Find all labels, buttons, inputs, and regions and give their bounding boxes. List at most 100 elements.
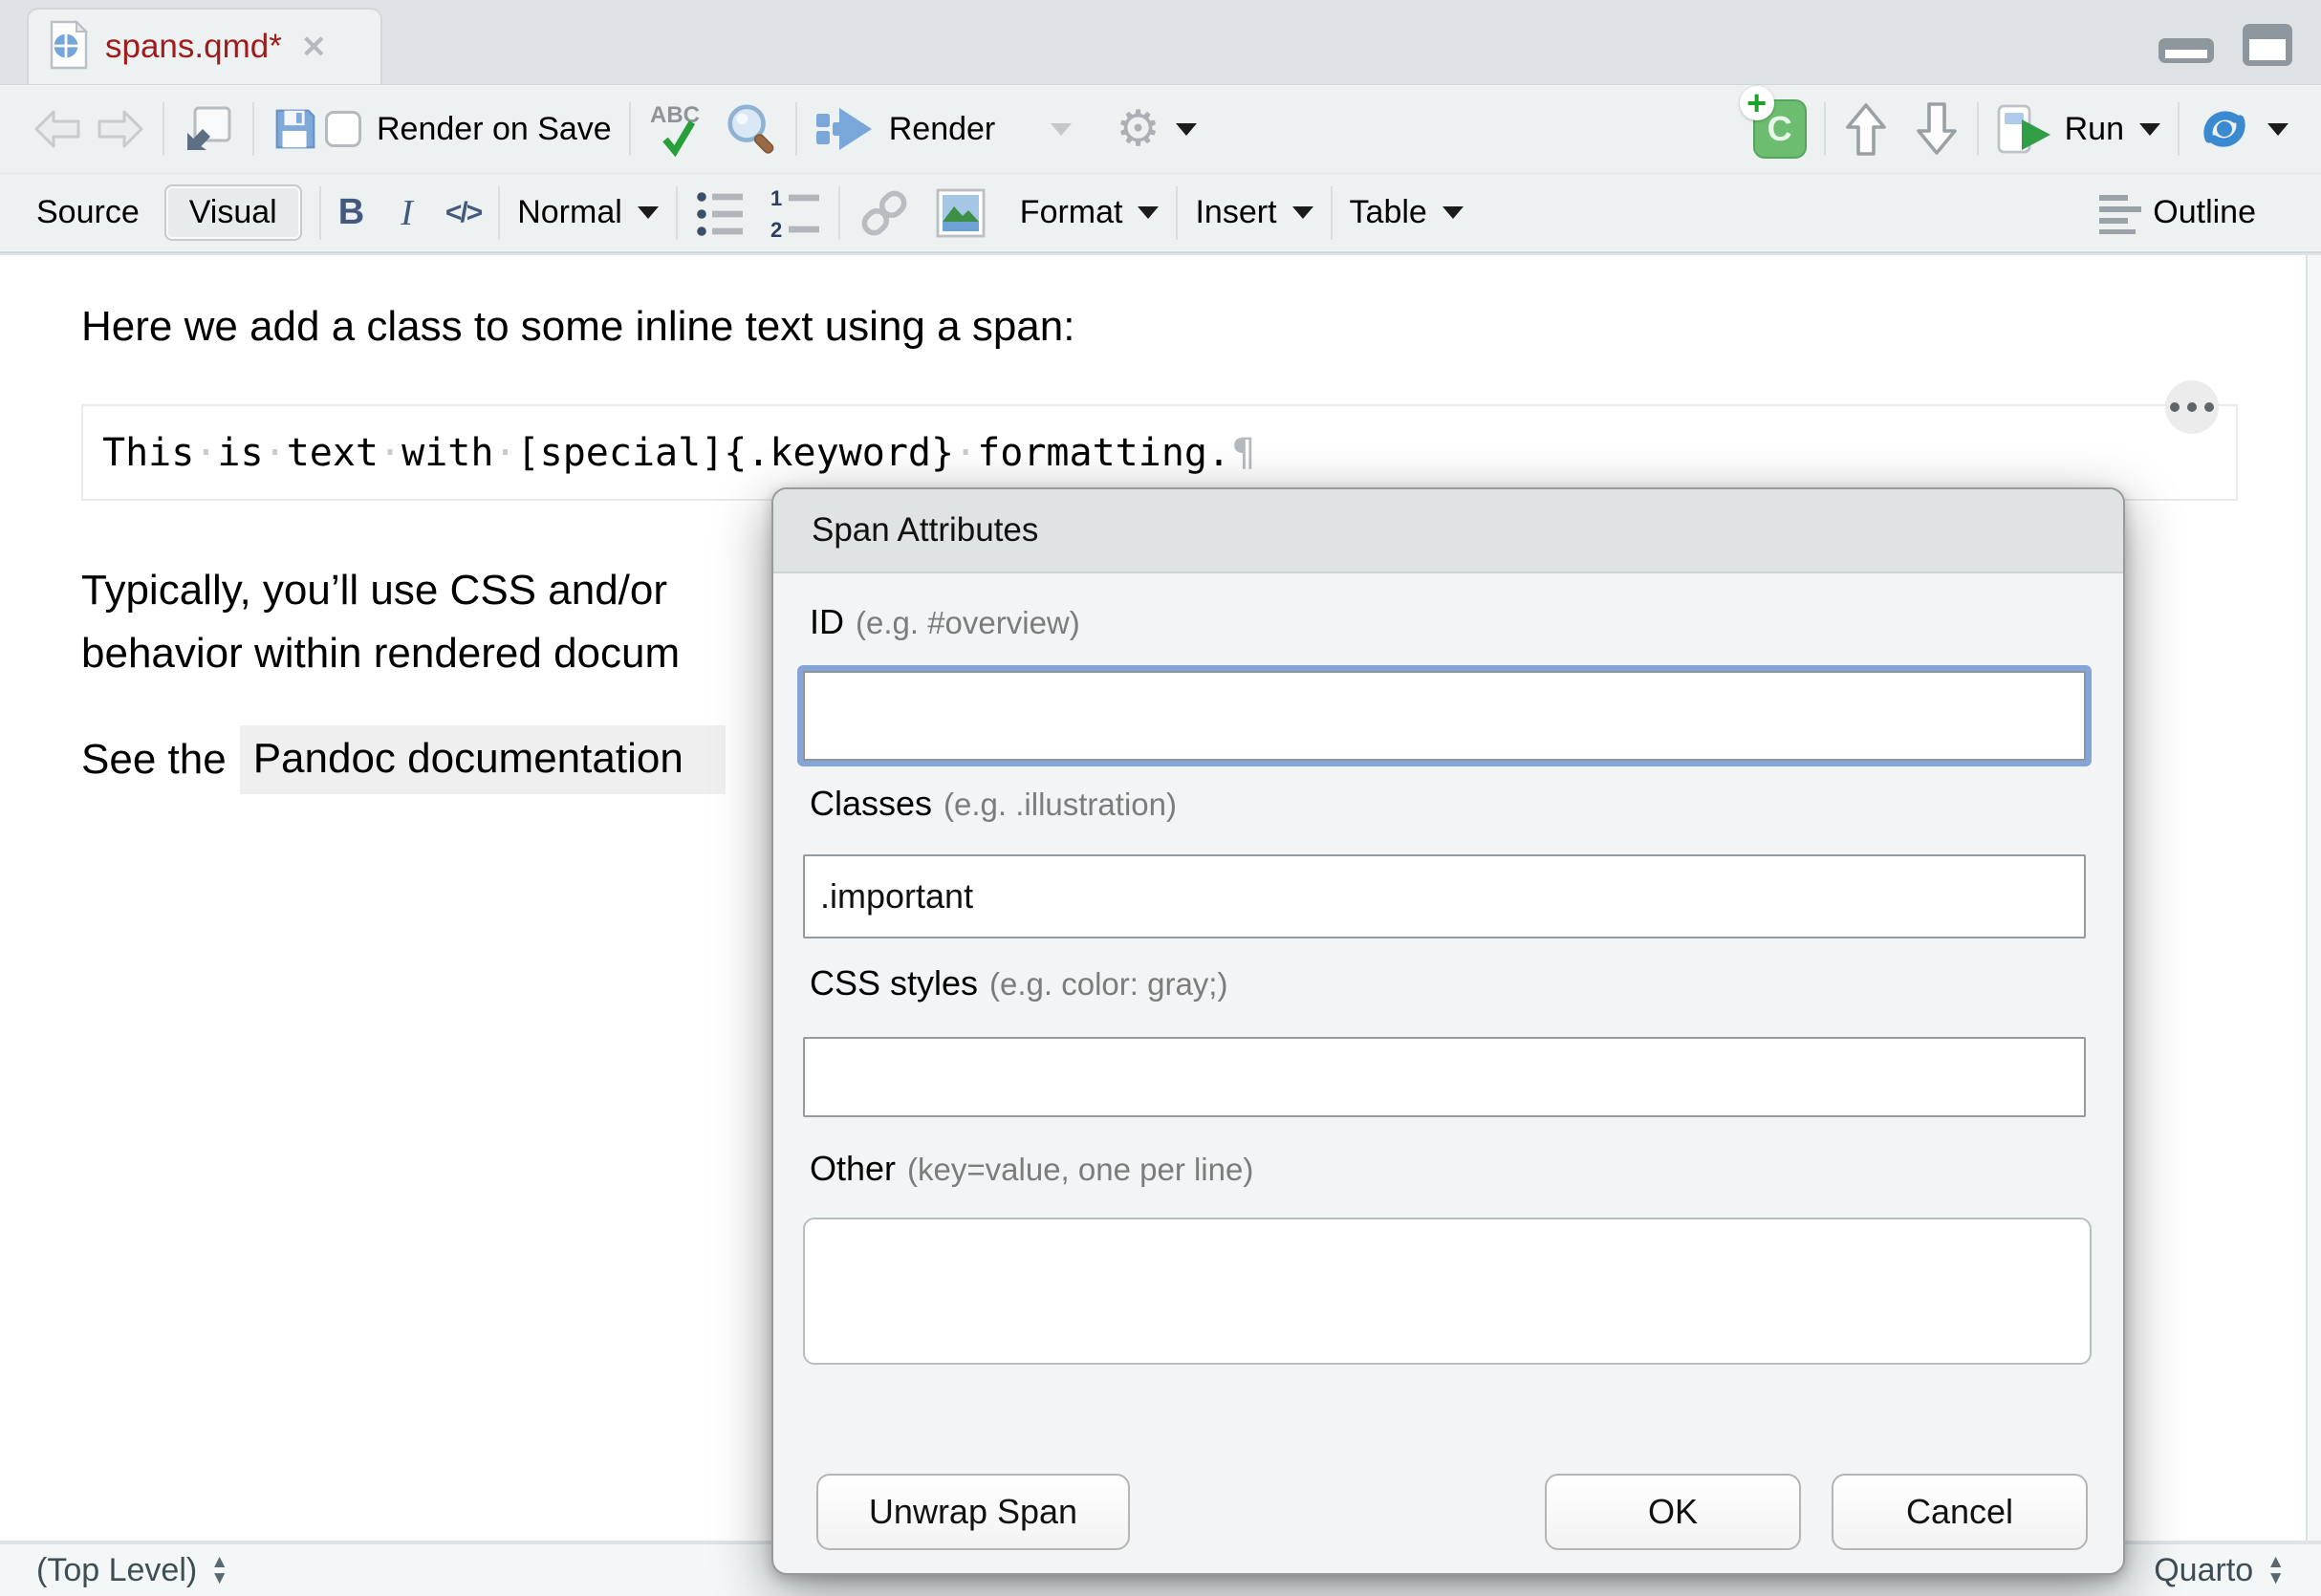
bold-button[interactable]: B — [338, 192, 364, 233]
find-button[interactable] — [723, 101, 778, 157]
language-mode-selector[interactable]: Quarto ▲▼ — [2154, 1552, 2285, 1589]
span-attributes-dialog: Span Attributes ID(e.g. #overview) Class… — [771, 487, 2125, 1575]
save-button[interactable] — [271, 105, 319, 153]
code-line-words: This·is·text·with·[special]{.keyword}·fo… — [102, 431, 1230, 475]
other-field-label: Other(key=value, one per line) — [810, 1149, 1253, 1189]
forward-button[interactable] — [96, 108, 145, 150]
paragraph-style-dropdown[interactable]: Normal — [517, 194, 659, 231]
window-controls — [2155, 21, 2296, 74]
previous-section-button[interactable] — [1843, 100, 1889, 158]
insert-image-button[interactable] — [934, 186, 987, 240]
run-button[interactable]: Run — [1996, 103, 2160, 155]
next-section-button[interactable] — [1914, 100, 1960, 158]
ok-button[interactable]: OK — [1545, 1474, 1801, 1550]
separator — [676, 186, 678, 240]
insert-menu[interactable]: Insert — [1195, 194, 1312, 231]
show-in-new-window-button[interactable] — [182, 102, 235, 156]
separator — [629, 102, 631, 156]
classes-input[interactable] — [803, 854, 2086, 938]
insert-caret-icon — [1292, 206, 1313, 219]
insert-chunk-button[interactable]: C + — [1753, 99, 1807, 159]
quarto-document-icon — [48, 20, 90, 75]
run-label: Run — [2065, 111, 2124, 148]
run-icon — [1996, 103, 2053, 155]
visual-toggle[interactable]: Visual — [164, 184, 302, 241]
numbered-list-button[interactable]: 1 2 — [770, 187, 821, 239]
render-button[interactable]: Render — [814, 104, 996, 154]
spellcheck-button[interactable]: ABC — [648, 99, 707, 159]
tab-close-icon[interactable]: ✕ — [301, 29, 327, 65]
id-field-label: ID(e.g. #overview) — [810, 602, 1080, 642]
link-icon — [857, 186, 911, 240]
table-caret-icon — [1442, 206, 1464, 219]
tab-title: spans.qmd* — [105, 28, 282, 66]
outline-toggle[interactable]: Outline — [2097, 192, 2256, 234]
render-label: Render — [889, 111, 996, 148]
maximize-icon[interactable] — [2239, 21, 2296, 74]
css-field-hint: (e.g. color: gray;) — [989, 966, 1227, 1002]
format-menu[interactable]: Format — [1020, 194, 1160, 231]
classes-field-label: Classes(e.g. .illustration) — [810, 784, 1177, 824]
source-toggle[interactable]: Source — [36, 194, 140, 231]
cancel-button[interactable]: Cancel — [1832, 1474, 2088, 1550]
dialog-title[interactable]: Span Attributes — [773, 489, 2123, 573]
render-settings-button[interactable]: ⚙ — [1116, 104, 1197, 154]
pilcrow-marker: ¶ — [1232, 431, 1255, 475]
back-arrow-icon — [33, 108, 82, 150]
italic-button[interactable]: I — [401, 192, 413, 234]
render-on-save-label: Render on Save — [377, 111, 612, 148]
css-field-label: CSS styles(e.g. color: gray;) — [810, 963, 1227, 1003]
other-textarea[interactable] — [803, 1218, 2092, 1365]
tab-spans-qmd[interactable]: spans.qmd* ✕ — [27, 8, 382, 84]
down-arrow-icon — [1914, 100, 1960, 158]
unwrap-span-button[interactable]: Unwrap Span — [816, 1474, 1130, 1550]
code-block[interactable]: This·is·text·with·[special]{.keyword}·fo… — [81, 404, 2238, 501]
rstudio-editor-window: spans.qmd* ✕ — [0, 0, 2321, 1596]
more-dots-icon — [2170, 402, 2180, 412]
image-icon — [934, 186, 987, 240]
separator — [498, 186, 500, 240]
sort-arrows-icon: ▲▼ — [210, 1554, 228, 1586]
css-styles-input[interactable] — [803, 1037, 2086, 1117]
separator — [2178, 102, 2180, 156]
svg-text:1: 1 — [770, 187, 782, 210]
table-menu[interactable]: Table — [1350, 194, 1464, 231]
back-button[interactable] — [33, 108, 82, 150]
id-input[interactable] — [803, 671, 2086, 761]
classes-field-hint: (e.g. .illustration) — [944, 787, 1177, 822]
scrollbar-gutter[interactable] — [2306, 255, 2321, 1541]
gear-icon: ⚙ — [1116, 104, 1160, 154]
style-caret-icon — [638, 206, 659, 219]
numbered-list-icon: 1 2 — [770, 187, 821, 239]
rerun-caret-icon — [2267, 123, 2288, 136]
more-options-button[interactable] — [2165, 380, 2219, 434]
up-arrow-icon — [1843, 100, 1889, 158]
bulleted-list-button[interactable] — [695, 187, 747, 239]
save-icon — [271, 105, 319, 153]
other-field-hint: (key=value, one per line) — [907, 1152, 1253, 1187]
paragraph-line: behavior within rendered docum — [81, 622, 680, 685]
dialog-body: ID(e.g. #overview) Classes(e.g. .illustr… — [773, 573, 2123, 1575]
separator — [1977, 102, 1979, 156]
code-format-button[interactable]: </> — [445, 197, 481, 229]
separator — [319, 186, 321, 240]
insert-link-button[interactable] — [857, 186, 911, 240]
separator — [252, 102, 254, 156]
scope-selector[interactable]: (Top Level) ▲▼ — [36, 1552, 228, 1589]
separator — [795, 102, 797, 156]
sort-arrows-icon: ▲▼ — [2267, 1554, 2285, 1586]
intro-text: Here we add a class to some inline text … — [81, 303, 1074, 351]
settings-caret-icon — [1176, 123, 1197, 136]
format-toolbar: Source Visual B I </> Normal 1 2 — [0, 174, 2321, 253]
separator — [1176, 186, 1178, 240]
sync-icon — [2197, 103, 2252, 155]
inline-code-highlight: Pandoc documentation — [240, 725, 726, 794]
render-on-save-checkbox[interactable] — [325, 111, 361, 147]
rerun-button[interactable] — [2197, 103, 2288, 155]
paragraph-line: Typically, you’ll use CSS and/or — [81, 559, 680, 622]
render-options-caret-icon[interactable] — [1051, 123, 1072, 136]
see-prefix: See the — [81, 736, 227, 784]
minimize-icon[interactable] — [2155, 21, 2218, 74]
separator — [1824, 102, 1826, 156]
paragraph-style-value: Normal — [517, 194, 622, 231]
